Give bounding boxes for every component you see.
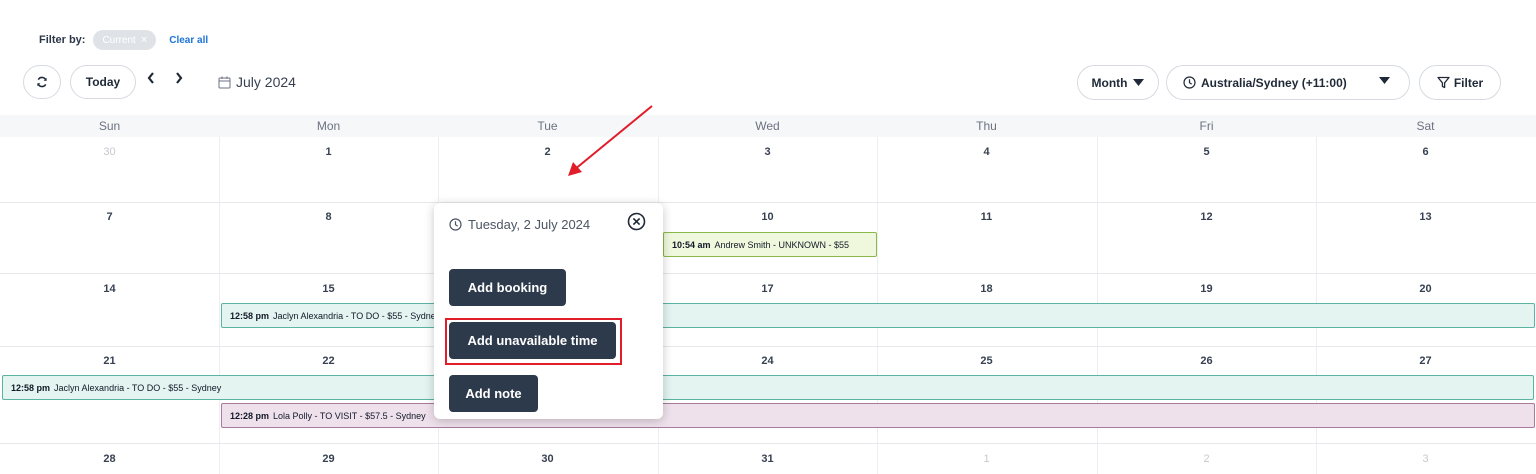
day-cell[interactable]: 14 (0, 283, 219, 295)
weekday-sun: Sun (98, 119, 121, 133)
caret-down-icon (1133, 79, 1145, 86)
day-cell[interactable]: 18 (877, 283, 1096, 295)
event-title: Lola Polly - TO VISIT - $57.5 - Sydney (273, 410, 426, 421)
filter-chip-label: Current (102, 34, 136, 46)
day-cell[interactable]: 27 (1316, 355, 1535, 367)
day-cell[interactable]: 11 (877, 211, 1096, 223)
day-cell[interactable]: 28 (0, 453, 219, 465)
prev-month-button[interactable] (146, 71, 156, 90)
filter-chip-current[interactable]: Current × (93, 30, 157, 50)
chip-remove-icon[interactable]: × (141, 34, 147, 46)
day-cell[interactable]: 3 (1316, 453, 1535, 465)
refresh-icon (37, 76, 47, 88)
day-cell[interactable]: 1 (877, 453, 1096, 465)
filter-button-label: Filter (1453, 75, 1484, 90)
popover-date: Tuesday, 2 July 2024 (449, 214, 609, 235)
grid-line (0, 202, 1536, 203)
day-cell[interactable]: 7 (0, 211, 219, 223)
month-title-text: July 2024 (236, 74, 296, 90)
annotation-highlight-box (445, 318, 622, 365)
day-cell[interactable]: 4 (877, 146, 1096, 158)
day-cell[interactable]: 1 (219, 146, 438, 158)
weekday-fri: Fri (1199, 119, 1214, 133)
view-select[interactable]: Month (1077, 65, 1159, 100)
chevron-left-icon (147, 72, 154, 84)
event-title: Jaclyn Alexandria - TO DO - $55 - Sydney (273, 310, 441, 321)
weekday-wed: Wed (755, 119, 780, 133)
day-cell[interactable]: 20 (1316, 283, 1535, 295)
add-note-button[interactable]: Add note (449, 375, 538, 412)
day-cell[interactable]: 8 (219, 211, 438, 223)
timezone-label: Australia/Sydney (+11:00) (1201, 75, 1347, 90)
filter-bar: Filter by: Current × Clear all (39, 30, 208, 50)
caret-down-icon (1379, 77, 1390, 84)
add-booking-button[interactable]: Add booking (449, 269, 566, 306)
day-cell[interactable]: 29 (219, 453, 438, 465)
day-cell[interactable]: 15 (219, 283, 438, 295)
funnel-icon (1437, 76, 1450, 89)
calendar-icon (218, 76, 231, 88)
close-icon[interactable] (627, 212, 646, 231)
day-cell[interactable]: 19 (1097, 283, 1316, 295)
event-title: Andrew Smith - UNKNOWN - $55 (714, 239, 850, 250)
day-cell[interactable]: 31 (658, 453, 877, 465)
weekday-header: Sun Mon Tue Wed Thu Fri Sat (0, 115, 1536, 137)
clock-icon (449, 218, 462, 231)
day-cell[interactable]: 12 (1097, 211, 1316, 223)
calendar-event[interactable]: 12:58 pm Jaclyn Alexandria - TO DO - $55… (221, 303, 1535, 328)
weekday-sat: Sat (1416, 119, 1435, 133)
day-cell[interactable]: 26 (1097, 355, 1316, 367)
calendar-event[interactable]: 12:58 pm Jaclyn Alexandria - TO DO - $55… (2, 375, 1534, 400)
day-cell[interactable]: 25 (877, 355, 1096, 367)
filter-button[interactable]: Filter (1419, 65, 1501, 100)
refresh-button[interactable] (23, 65, 61, 99)
grid-line (0, 346, 1536, 347)
chevron-right-icon (176, 72, 183, 84)
weekday-mon: Mon (316, 119, 341, 133)
grid-line (0, 443, 1536, 444)
day-cell[interactable]: 3 (658, 146, 877, 158)
month-calendar: Sun Mon Tue Wed Thu Fri Sat 30 1 2 3 4 5… (0, 115, 1536, 474)
clear-all-link[interactable]: Clear all (169, 35, 208, 46)
view-select-label: Month (1091, 75, 1128, 90)
event-time: 12:28 pm (230, 410, 270, 421)
day-cell[interactable]: 6 (1316, 146, 1535, 158)
event-time: 12:58 pm (230, 310, 270, 321)
grid-line (0, 273, 1536, 274)
weekday-thu: Thu (976, 119, 997, 133)
event-time: 10:54 am (672, 239, 711, 250)
day-cell[interactable]: 24 (658, 355, 877, 367)
day-cell[interactable]: 2 (1097, 453, 1316, 465)
grid-line (219, 137, 220, 474)
annotation-arrow-icon (568, 105, 653, 176)
today-button[interactable]: Today (70, 65, 136, 99)
popover-date-text: Tuesday, 2 July 2024 (468, 217, 591, 232)
day-cell[interactable]: 30 (438, 453, 657, 465)
event-title: Jaclyn Alexandria - TO DO - $55 - Sydney (54, 382, 222, 393)
next-month-button[interactable] (174, 71, 184, 90)
day-cell[interactable]: 22 (219, 355, 438, 367)
timezone-select[interactable]: Australia/Sydney (+11:00) (1166, 65, 1410, 100)
event-time: 12:58 pm (11, 382, 51, 393)
day-popover: Tuesday, 2 July 2024 Add booking Add una… (434, 203, 663, 419)
day-cell[interactable]: 30 (0, 146, 219, 158)
calendar-event[interactable]: 10:54 am Andrew Smith - UNKNOWN - $55 (663, 232, 877, 257)
calendar-event[interactable]: 12:28 pm Lola Polly - TO VISIT - $57.5 -… (221, 403, 1535, 428)
month-title: July 2024 (218, 74, 296, 90)
clock-icon (1183, 76, 1196, 89)
day-cell[interactable]: 13 (1316, 211, 1535, 223)
day-cell[interactable]: 21 (0, 355, 219, 367)
day-cell[interactable]: 10 (658, 211, 877, 223)
day-cell[interactable]: 5 (1097, 146, 1316, 158)
filter-label: Filter by: (39, 34, 86, 46)
day-cell[interactable]: 17 (658, 283, 877, 295)
